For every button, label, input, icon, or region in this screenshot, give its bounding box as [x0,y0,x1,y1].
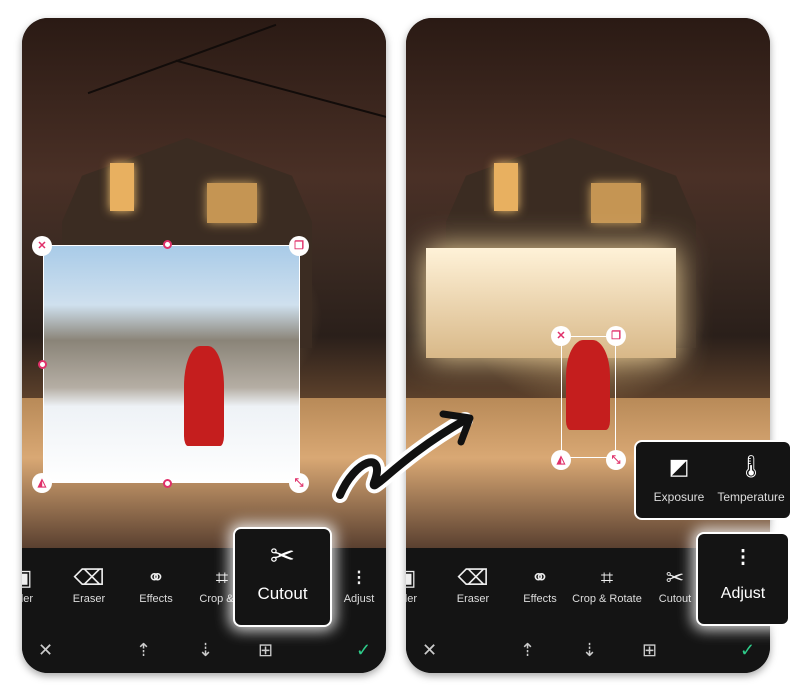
resize-dot[interactable] [163,240,172,249]
confirm-icon[interactable]: ✓ [356,640,371,661]
selection-box[interactable] [561,336,616,458]
add-layer-icon[interactable]: ⊞ [642,640,657,661]
santa [184,346,224,446]
tool-cutout-highlight[interactable]: ✂ Cutout [233,527,332,627]
resize-dot[interactable] [38,360,47,369]
close-icon[interactable]: ✕ [38,640,53,661]
scissors-icon: ✂ [269,540,296,573]
porch [426,248,676,358]
close-icon[interactable]: ✕ [422,640,437,661]
window [110,163,134,211]
popup-temperature[interactable]: 🌡 Temperature [712,454,790,504]
delete-layer-icon[interactable]: ✕ [32,236,52,256]
thermometer-icon: 🌡 [737,454,765,479]
move-up-icon[interactable]: ⇡ [136,640,151,661]
exposure-icon: ◩ [668,454,690,479]
branch [175,59,386,119]
confirm-icon[interactable]: ✓ [740,640,755,661]
delete-layer-icon[interactable]: ✕ [551,326,571,346]
resize-dot[interactable] [163,479,172,488]
resize-icon[interactable]: ⤡ [289,473,309,493]
cutout-photo-layer[interactable] [43,245,300,483]
duplicate-layer-icon[interactable]: ❐ [289,236,309,256]
adjust-icon: ⁝ [738,542,748,572]
adjust-popup: ◩ Exposure 🌡 Temperature [634,440,792,520]
resize-icon[interactable]: ⤡ [606,450,626,470]
move-down-icon[interactable]: ⇣ [582,640,597,661]
branch [87,23,277,95]
window [494,163,518,211]
transition-arrow-icon [332,410,474,503]
flip-icon[interactable]: ◭ [551,450,571,470]
move-down-icon[interactable]: ⇣ [198,640,213,661]
add-layer-icon[interactable]: ⊞ [258,640,273,661]
window [207,183,257,223]
flip-icon[interactable]: ◭ [32,473,52,493]
move-up-icon[interactable]: ⇡ [520,640,535,661]
tool-adjust-highlight[interactable]: ⁝ Adjust [696,532,790,626]
duplicate-layer-icon[interactable]: ❐ [606,326,626,346]
popup-exposure[interactable]: ◩ Exposure [644,454,714,504]
window [591,183,641,223]
